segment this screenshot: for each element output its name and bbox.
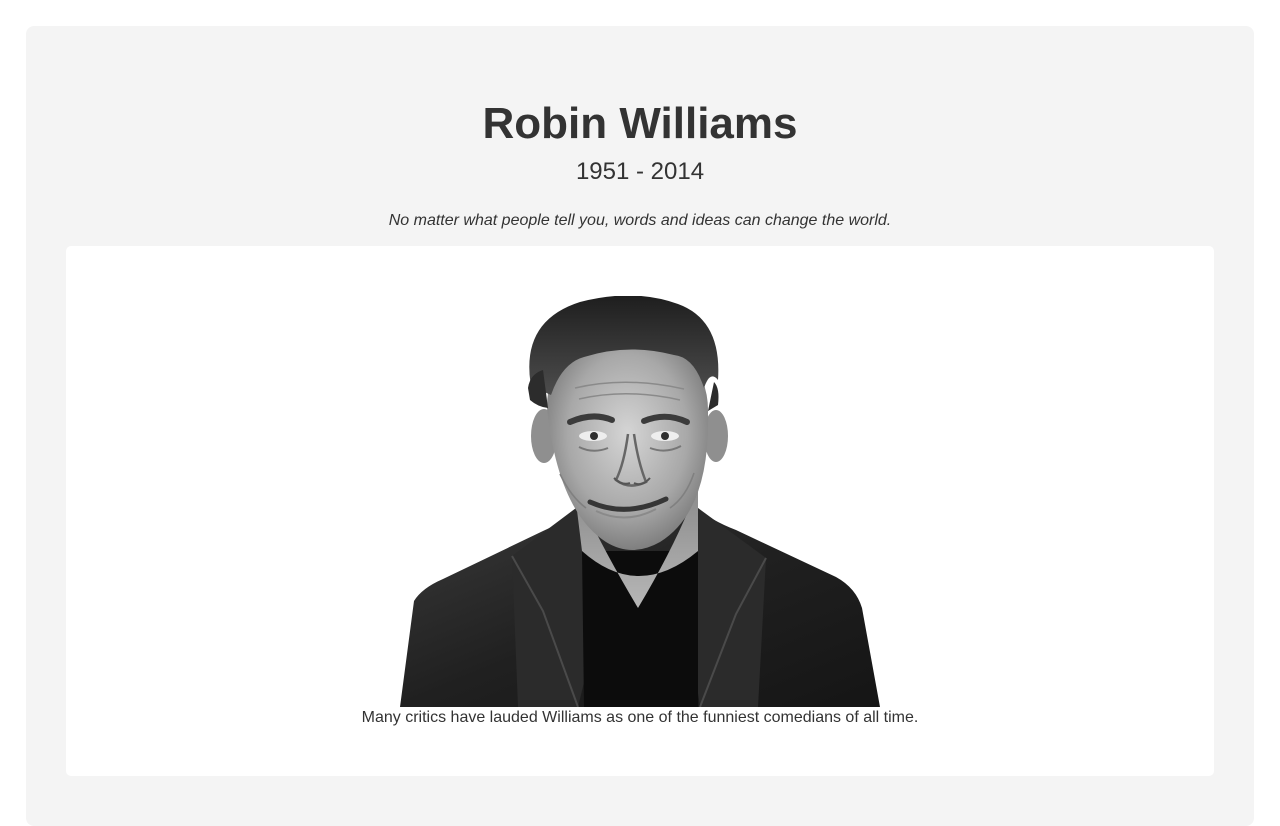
portrait-photo-icon <box>400 296 880 707</box>
image-card: Many critics have lauded Williams as one… <box>66 246 1214 776</box>
lifespan-dates: 1951 - 2014 <box>575 158 705 185</box>
image-caption: Many critics have lauded Williams as one… <box>361 709 919 726</box>
quote-text: No matter what people tell you, words an… <box>388 212 892 229</box>
portrait-image <box>398 296 882 707</box>
page-title: Robin Williams <box>482 99 798 148</box>
tribute-container: Robin Williams 1951 - 2014 No matter wha… <box>26 26 1254 826</box>
